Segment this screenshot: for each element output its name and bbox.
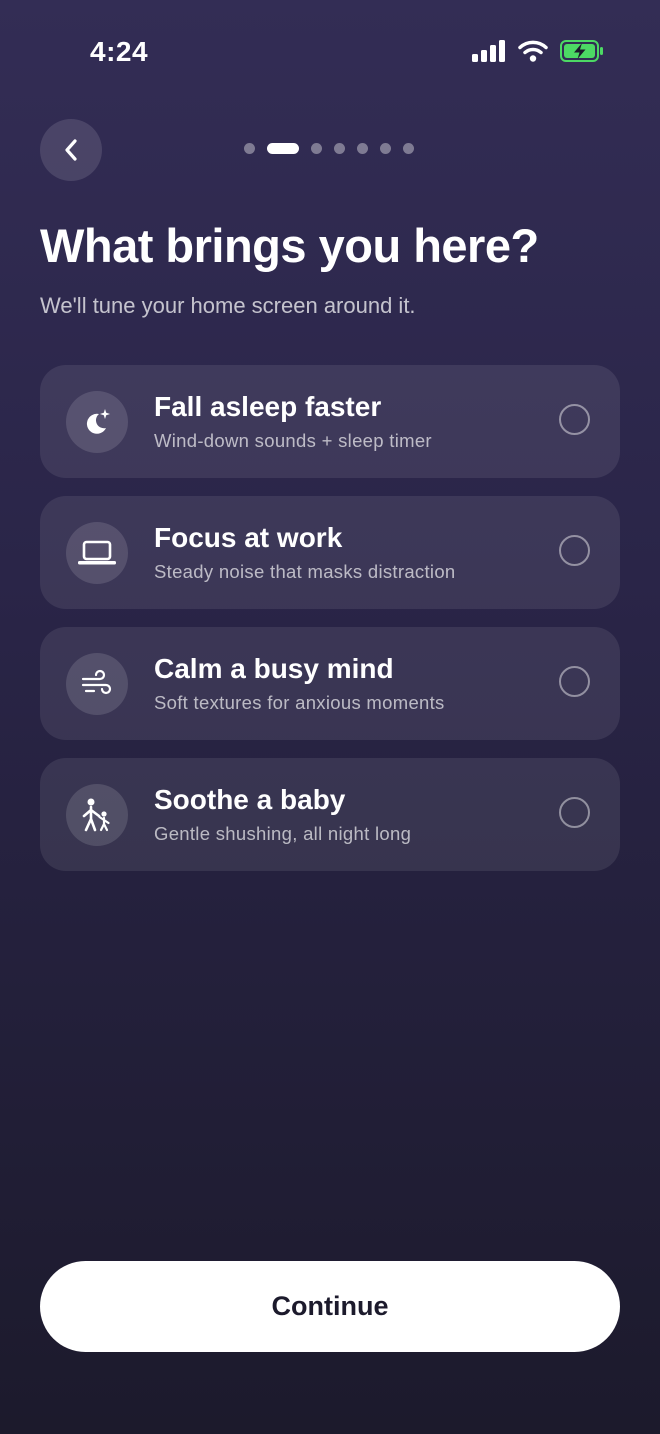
chevron-left-icon — [65, 139, 77, 161]
goal-options-list: Fall asleep faster Wind-down sounds + sl… — [40, 365, 620, 889]
option-title: Calm a busy mind — [154, 653, 394, 684]
option-description: Wind-down sounds + sleep timer — [154, 430, 432, 451]
cellular-signal-icon — [472, 40, 505, 62]
option-description: Gentle shushing, all night long — [154, 823, 412, 844]
wifi-icon — [518, 40, 548, 62]
option-radio[interactable] — [559, 535, 590, 566]
option-radio[interactable] — [559, 797, 590, 828]
onboarding-progress-dots — [244, 143, 414, 154]
option-title: Fall asleep faster — [154, 391, 382, 422]
option-title: Focus at work — [154, 522, 343, 553]
laptop-icon — [66, 522, 128, 584]
option-description: Soft textures for anxious moments — [154, 692, 445, 713]
parent-child-icon — [66, 784, 128, 846]
progress-dot-active — [267, 143, 299, 154]
option-soothe-baby[interactable]: Soothe a baby Gentle shushing, all night… — [40, 758, 620, 871]
page-title: What brings you here? — [40, 219, 539, 272]
progress-dot — [244, 143, 255, 154]
back-button[interactable] — [40, 119, 102, 181]
option-radio[interactable] — [559, 666, 590, 697]
moon-stars-icon — [66, 391, 128, 453]
progress-dot — [357, 143, 368, 154]
option-fall-asleep[interactable]: Fall asleep faster Wind-down sounds + sl… — [40, 365, 620, 478]
status-time: 4:24 — [90, 36, 149, 67]
status-icons — [472, 40, 604, 62]
progress-dot — [334, 143, 345, 154]
progress-dot — [311, 143, 322, 154]
option-description: Steady noise that masks distraction — [154, 561, 456, 582]
option-radio[interactable] — [559, 404, 590, 435]
continue-button[interactable]: Continue — [40, 1261, 620, 1352]
progress-dot — [380, 143, 391, 154]
option-calm-mind[interactable]: Calm a busy mind Soft textures for anxio… — [40, 627, 620, 740]
option-focus-at-work[interactable]: Focus at work Steady noise that masks di… — [40, 496, 620, 609]
progress-dot — [403, 143, 414, 154]
option-title: Soothe a baby — [154, 784, 346, 815]
battery-charging-icon — [560, 40, 603, 62]
wind-icon — [66, 653, 128, 715]
page-subtitle: We'll tune your home screen around it. — [40, 293, 416, 318]
status-bar: 4:24 — [0, 0, 660, 100]
